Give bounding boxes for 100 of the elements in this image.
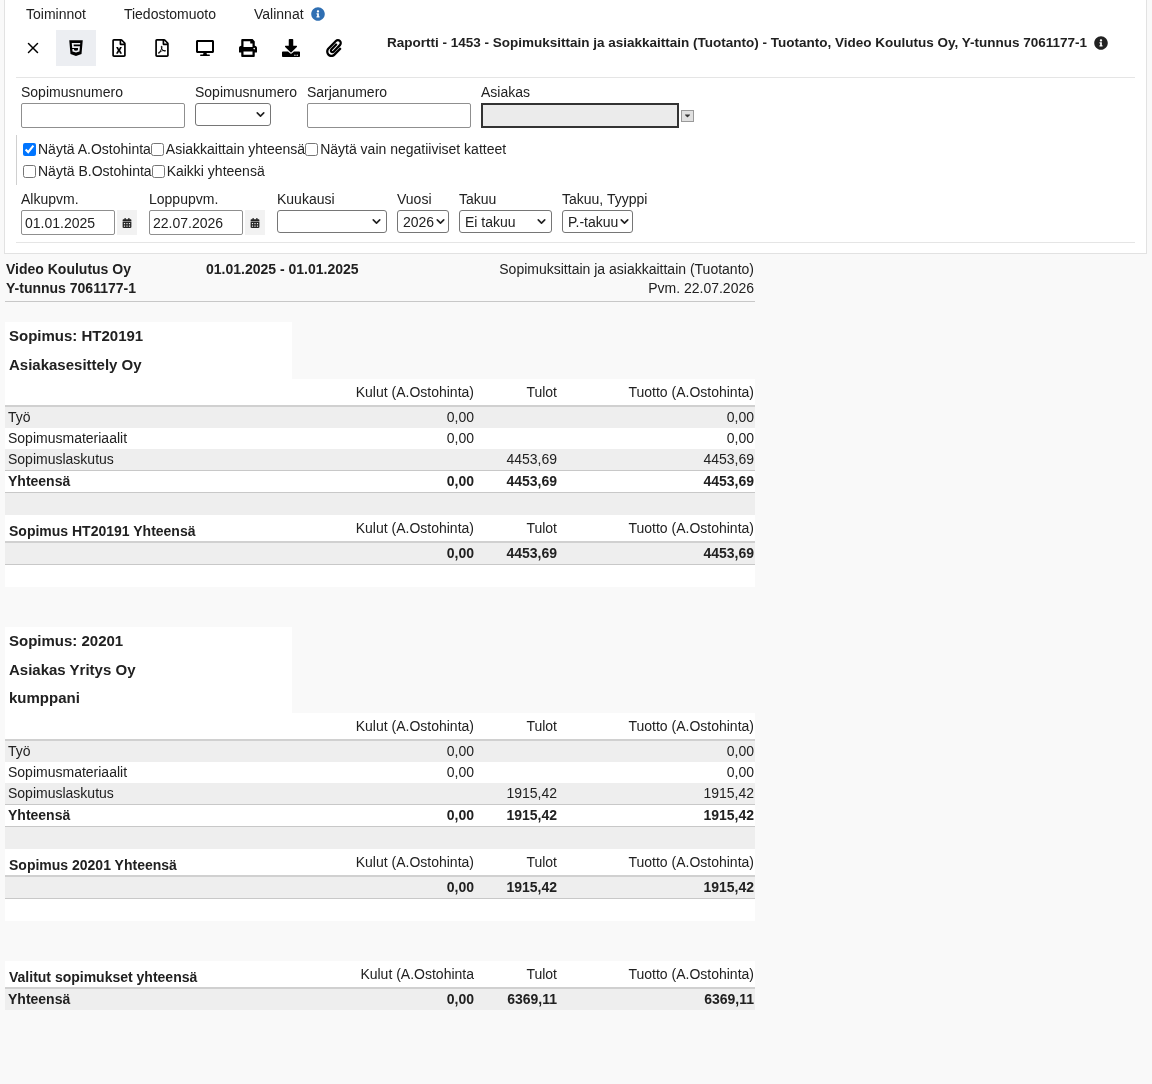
field-label: Sarjanumero	[306, 84, 389, 100]
column-header: Kulut (A.Ostohinta)	[354, 383, 475, 402]
row-label: Yhteensä	[7, 472, 72, 491]
table-cell-text: 0,00	[445, 544, 475, 563]
column-header: Kulut (A.Ostohinta)	[354, 716, 475, 736]
field-label: Sopimusnumero	[21, 84, 124, 100]
download-icon	[282, 39, 300, 57]
calendar-button[interactable]	[245, 210, 265, 235]
column-header: Kulut (A.Ostohinta	[359, 964, 475, 984]
field-label: Loppupvm.	[149, 191, 220, 207]
column-header: Tulot	[525, 716, 558, 736]
column-header: Kulut (A.Ostohinta)	[354, 519, 475, 538]
field-label: Asiakas	[480, 84, 531, 100]
text-field[interactable]	[21, 103, 185, 128]
dropdown-button[interactable]	[680, 109, 694, 122]
checkbox-label[interactable]: Asiakkaittain yhteensä	[165, 138, 306, 160]
table-cell-text: 0,00	[445, 472, 475, 491]
report-name: Sopimuksittain ja asiakkaittain (Tuotanto)	[499, 260, 754, 279]
table-cell-text: 0,00	[725, 408, 755, 427]
table-cell-text: 0,00	[725, 741, 755, 761]
column-header: Tulot	[525, 852, 558, 872]
table-cell-text: 4453,69	[702, 472, 755, 491]
table-cell-text: 0,00	[445, 989, 475, 1009]
checkbox[interactable]	[305, 142, 319, 156]
table-cell-text: 1915,42	[505, 877, 558, 897]
table-cell-text: 1915,42	[702, 783, 755, 803]
checkbox-label[interactable]: Kaikki yhteensä	[166, 160, 265, 182]
field-label: Kuukausi	[277, 191, 336, 207]
report-period: 01.01.2025 - 01.01.2025	[206, 260, 359, 279]
section-heading: kumppani	[9, 688, 80, 708]
field-label: Takuu, Tyyppi	[562, 191, 648, 207]
menu-button[interactable]: Tiedostomuoto	[123, 5, 216, 23]
dropdown[interactable]	[195, 103, 271, 126]
dropdown[interactable]: 2026	[397, 210, 449, 233]
menu-button[interactable]: Toiminnot	[26, 5, 86, 23]
row-label: Yhteensä	[7, 805, 72, 825]
dropdown[interactable]: P.-takuu	[562, 210, 633, 233]
column-header: Tuotto (A.Ostohinta)	[627, 852, 755, 872]
column-header: Kulut (A.Ostohinta)	[354, 852, 475, 872]
checkbox-label[interactable]: Näytä A.Ostohinta	[38, 138, 151, 160]
dropdown[interactable]	[277, 210, 387, 233]
table-cell-text: 0,00	[445, 408, 475, 427]
checkbox[interactable]	[150, 142, 164, 156]
column-header: Tuotto (A.Ostohinta)	[627, 964, 755, 984]
pdf-file-icon	[153, 39, 171, 57]
column-header: Tulot	[525, 964, 558, 984]
checkbox-label[interactable]: Näytä vain negatiiviset katteet	[320, 138, 507, 160]
company-name: Video Koulutus Oy	[6, 260, 132, 279]
summary-title: Sopimus HT20191 Yhteensä	[8, 522, 197, 541]
table-cell-text: 1915,42	[702, 877, 755, 897]
paperclip-icon	[325, 39, 343, 57]
summary-title: Valitut sopimukset yhteensä	[8, 967, 199, 987]
printer-icon	[239, 39, 257, 57]
calendar-icon	[122, 217, 132, 228]
caret-icon	[682, 111, 692, 120]
row-label: Työ	[7, 741, 32, 761]
dropdown[interactable]: Ei takuu	[459, 210, 552, 233]
section-heading: Asiakasesittely Oy	[9, 354, 142, 375]
column-header: Tulot	[525, 383, 558, 402]
report-date: Pvm. 22.07.2026	[648, 279, 754, 298]
field-label: Sopimusnumero	[195, 84, 297, 100]
business-id: Y-tunnus 7061177-1	[6, 279, 136, 298]
html-button[interactable]	[56, 30, 96, 66]
row-label: Yhteensä	[7, 989, 72, 1009]
table-cell-text: 6369,11	[506, 989, 558, 1009]
section-heading: Asiakas Yritys Oy	[9, 659, 136, 680]
table-cell-text: 1915,42	[505, 783, 558, 803]
date-field[interactable]: 22.07.2026	[149, 210, 243, 235]
table-cell-text: 0,00	[445, 741, 475, 761]
checkbox[interactable]	[23, 142, 36, 156]
row-label: Sopimuslaskutus	[7, 450, 115, 469]
section-heading: Sopimus: HT20191	[9, 326, 144, 346]
info-icon[interactable]	[1094, 36, 1109, 50]
table-cell-text: 0,00	[445, 877, 475, 897]
table-cell-text: 1915,42	[702, 805, 755, 825]
calendar-button[interactable]	[117, 210, 137, 235]
table-cell-text: 4453,69	[505, 450, 558, 469]
column-header: Tuotto (A.Ostohinta)	[627, 383, 755, 402]
row-label: Sopimuslaskutus	[7, 783, 115, 803]
checkbox[interactable]	[151, 164, 165, 178]
row-label: Työ	[7, 408, 32, 427]
section-heading: Sopimus: 20201	[9, 631, 124, 651]
text-field[interactable]	[306, 103, 471, 128]
row-label: Sopimusmateriaalit	[7, 429, 129, 448]
field-label: Vuosi	[397, 191, 433, 207]
table-cell-text: 0,00	[725, 429, 755, 448]
column-header: Tulot	[525, 519, 558, 538]
table-cell-text: 6369,11	[703, 989, 755, 1009]
menu-button[interactable]: Valinnat	[254, 5, 304, 23]
checkbox-label[interactable]: Näytä B.Ostohinta	[38, 160, 152, 182]
table-cell-text: 4453,69	[505, 472, 558, 491]
row-label: Sopimusmateriaalit	[7, 762, 129, 782]
calendar-icon	[250, 217, 260, 228]
column-header: Tuotto (A.Ostohinta)	[627, 519, 755, 538]
table-cell-text: 0,00	[445, 762, 475, 782]
date-field[interactable]: 01.01.2025	[21, 210, 115, 235]
checkbox[interactable]	[23, 164, 36, 178]
table-cell-text: 4453,69	[702, 450, 755, 469]
spreadsheet-file-icon	[110, 39, 128, 57]
table-cell-text: 4453,69	[505, 544, 558, 563]
